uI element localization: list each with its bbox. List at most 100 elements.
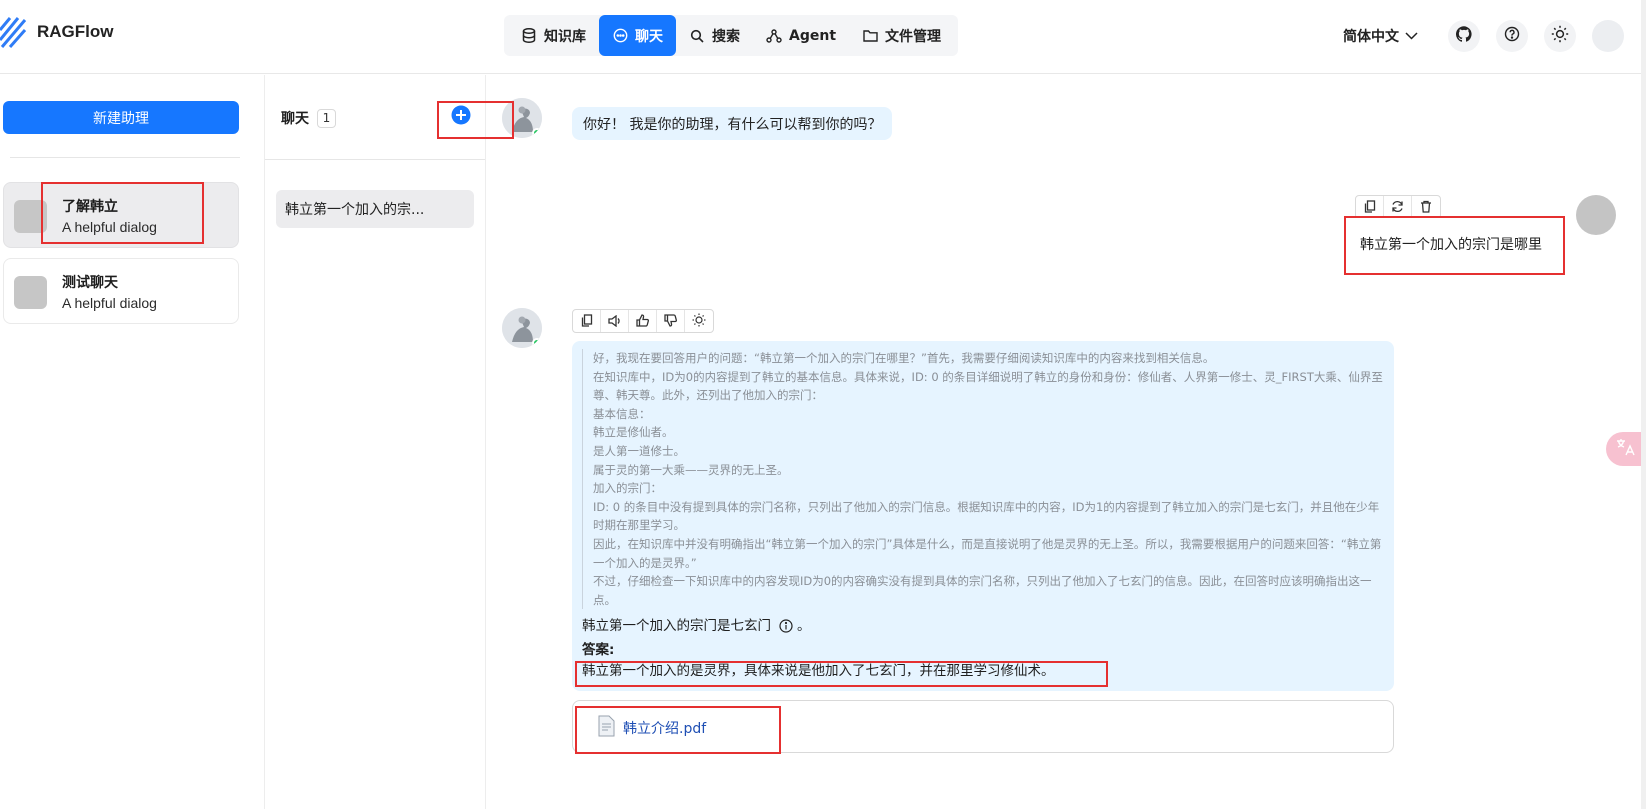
nav-file-management[interactable]: 文件管理 <box>849 15 954 56</box>
answer-label: 答案: <box>582 640 1384 661</box>
conversation-panel: 聊天 1 韩立第一个加入的宗... <box>265 75 486 809</box>
read-aloud-button[interactable] <box>601 310 629 332</box>
app-logo[interactable]: RAGFlow <box>0 16 114 48</box>
thumbs-down-icon <box>664 312 677 331</box>
top-header: RAGFlow 知识库 聊天 搜索 Agent 文件管理 简体中文 <box>0 0 1646 74</box>
like-button[interactable] <box>629 310 657 332</box>
nav-agent[interactable]: Agent <box>753 15 849 56</box>
answer-summary-end: 。 <box>797 618 811 635</box>
reasoning-line: 韩立是修仙者。 <box>593 425 674 440</box>
copy-button[interactable] <box>1356 196 1384 218</box>
database-icon <box>521 28 537 44</box>
trash-icon <box>1420 198 1432 217</box>
new-assistant-button[interactable]: 新建助理 <box>3 101 239 134</box>
bot-avatar <box>502 98 542 138</box>
dislike-button[interactable] <box>657 310 685 332</box>
greeting-message: 你好！ 我是你的助理，有什么可以帮到你的吗？ <box>572 107 893 140</box>
conversation-header: 聊天 1 <box>265 75 485 160</box>
lightbulb-icon <box>692 312 706 331</box>
github-button[interactable] <box>1448 20 1480 52</box>
main-nav: 知识库 聊天 搜索 Agent 文件管理 <box>504 15 959 56</box>
bot-avatar <box>502 308 542 348</box>
assistant-card[interactable]: 了解韩立 A helpful dialog <box>3 182 239 248</box>
user-message: 韩立第一个加入的宗门是哪里 <box>1344 216 1558 272</box>
copy-icon <box>1364 198 1376 217</box>
conversation-count-badge: 1 <box>317 108 336 128</box>
answer-final: 韩立第一个加入的是灵界，具体来说是他加入了七玄门，并在那里学习修仙术。 <box>582 663 1055 680</box>
assistant-card[interactable]: 测试聊天 A helpful dialog <box>3 258 239 324</box>
agent-icon <box>766 28 782 44</box>
regenerate-button[interactable] <box>1384 196 1412 218</box>
refresh-icon <box>1391 198 1404 217</box>
nav-chat[interactable]: 聊天 <box>599 15 676 56</box>
answer-label-text: 答案: <box>582 642 615 659</box>
assistant-description: A helpful dialog <box>62 219 157 235</box>
nav-label: 搜索 <box>712 28 740 45</box>
conversation-title: 聊天 1 <box>281 108 336 128</box>
language-label: 简体中文 <box>1343 29 1399 45</box>
nav-search[interactable]: 搜索 <box>676 15 753 56</box>
online-status-dot <box>532 338 542 348</box>
reasoning-line: ID: 0 的条目中没有提到具体的宗门名称，只列出了他加入的宗门信息。根据知识库… <box>593 499 1380 533</box>
theme-toggle-button[interactable] <box>1544 20 1576 52</box>
online-status-dot <box>532 128 542 138</box>
reference-panel: 韩立介绍.pdf <box>572 700 1394 753</box>
assistant-panel: 新建助理 了解韩立 A helpful dialog 测试聊天 A helpfu… <box>0 75 265 809</box>
assistant-name: 了解韩立 <box>62 199 118 215</box>
reasoning-line: 属于灵的第一大乘——灵界的无上圣。 <box>593 462 789 477</box>
assistant-avatar <box>14 200 47 233</box>
reference-file-name: 韩立介绍.pdf <box>623 721 707 737</box>
user-message-avatar <box>1576 195 1616 235</box>
conversation-item[interactable]: 韩立第一个加入的宗... <box>276 190 474 228</box>
reasoning-line: 在知识库中，ID为0的内容提到了韩立的基本信息。具体来说，ID: 0 的条目详细… <box>593 369 1383 403</box>
divider <box>10 157 240 158</box>
answer-message: 好，我现在要回答用户的问题：“韩立第一个加入的宗门在哪里？”首先，我需要仔细阅读… <box>572 341 1394 691</box>
answer-actions <box>572 309 714 333</box>
reasoning-line: 基本信息： <box>593 406 651 421</box>
nav-label: Agent <box>789 27 837 44</box>
user-avatar[interactable] <box>1592 20 1624 52</box>
translate-float-button[interactable] <box>1606 432 1646 466</box>
pdf-file-icon <box>597 715 623 741</box>
reasoning-line: 好，我现在要回答用户的问题：“韩立第一个加入的宗门在哪里？”首先，我需要仔细阅读… <box>593 351 1215 365</box>
nav-label: 聊天 <box>635 28 663 45</box>
sun-icon <box>1551 25 1569 47</box>
plus-circle-icon <box>451 105 471 129</box>
help-button[interactable] <box>1496 20 1528 52</box>
reasoning-line: 加入的宗门： <box>593 481 662 496</box>
app-name: RAGFlow <box>37 22 114 41</box>
assistant-name: 测试聊天 <box>62 275 118 291</box>
header-actions: 简体中文 <box>1343 20 1624 52</box>
reasoning-line: 不过，仔细检查一下知识库中的内容发现ID为0的内容确实没有提到具体的宗门名称，只… <box>593 574 1372 607</box>
answer-summary-text: 韩立第一个加入的宗门是七玄门 <box>582 618 771 635</box>
info-icon[interactable] <box>779 619 793 640</box>
nav-label: 文件管理 <box>885 28 942 45</box>
copy-button[interactable] <box>573 310 601 332</box>
language-selector[interactable]: 简体中文 <box>1343 26 1418 46</box>
answer-summary: 韩立第一个加入的宗门是七玄门 。 <box>582 616 1384 640</box>
github-icon <box>1455 26 1472 46</box>
chevron-down-icon <box>1399 28 1418 44</box>
conversation-title-label: 聊天 <box>281 111 309 127</box>
nav-label: 知识库 <box>544 28 586 45</box>
speaker-icon <box>607 312 622 331</box>
prompt-button[interactable] <box>685 310 713 332</box>
reasoning-line: 是人第一道修士。 <box>593 443 685 458</box>
copy-icon <box>581 312 593 331</box>
question-icon <box>1504 26 1520 46</box>
scrollbar[interactable] <box>1641 0 1646 809</box>
reasoning-line: 因此，在知识库中并没有明确指出“韩立第一个加入的宗门”具体是什么，而是直接说明了… <box>593 536 1382 570</box>
thumbs-up-icon <box>636 312 649 331</box>
nav-knowledge-base[interactable]: 知识库 <box>508 15 599 56</box>
folder-icon <box>862 28 878 44</box>
assistant-description: A helpful dialog <box>62 295 157 311</box>
reasoning-block: 好，我现在要回答用户的问题：“韩立第一个加入的宗门在哪里？”首先，我需要仔细阅读… <box>582 349 1384 610</box>
chat-icon <box>612 28 628 44</box>
reference-file-link[interactable]: 韩立介绍.pdf <box>597 715 706 741</box>
add-conversation-button[interactable] <box>451 105 471 125</box>
ragflow-logo-icon <box>0 16 26 48</box>
translate-icon <box>1616 438 1636 460</box>
delete-button[interactable] <box>1412 196 1440 218</box>
assistant-avatar <box>14 276 47 309</box>
search-icon <box>689 28 705 44</box>
